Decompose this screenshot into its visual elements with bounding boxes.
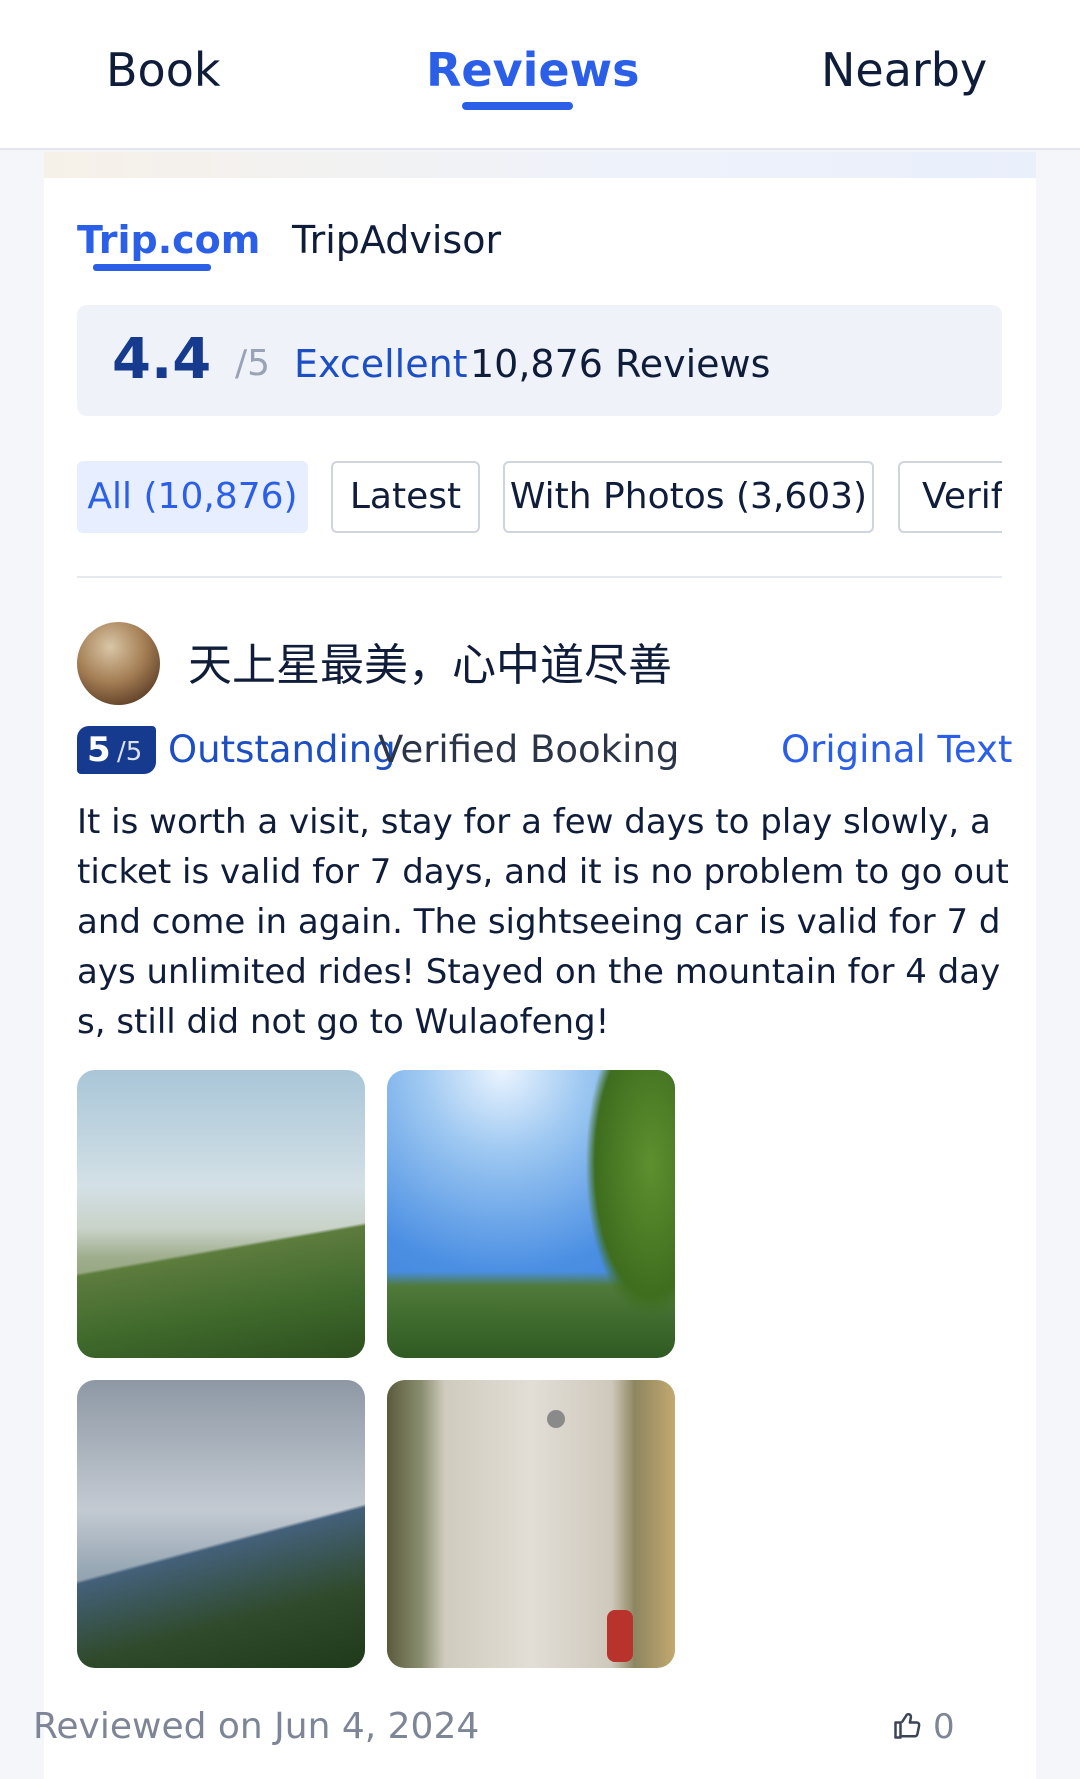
thumbs-up-icon — [894, 1713, 921, 1739]
filter-all[interactable]: All (10,876) — [77, 461, 308, 533]
review-rating-badge: 5 /5 — [77, 726, 156, 774]
active-tab-indicator — [462, 102, 573, 110]
tab-reviews[interactable]: Reviews — [426, 38, 639, 102]
reviewer-name: 天上星最美，心中道尽善 — [188, 640, 672, 691]
overall-score-max: /5 — [235, 343, 271, 384]
reviews-card: Trip.com TripAdvisor 4.4 /5 Excellent 10… — [44, 152, 1036, 1779]
overall-score: 4.4 — [112, 327, 212, 392]
review-photo-3[interactable] — [77, 1380, 365, 1668]
review-photo-2[interactable] — [387, 1070, 675, 1358]
card-top-gradient — [44, 152, 1036, 178]
tab-book[interactable]: Book — [106, 38, 220, 102]
review-rating-label: Outstanding — [168, 728, 396, 771]
review-photo-1[interactable] — [77, 1070, 365, 1358]
filter-verified[interactable]: Verifi — [898, 461, 1002, 533]
source-tab-tripcom[interactable]: Trip.com — [77, 212, 260, 268]
source-tab-tripadvisor[interactable]: TripAdvisor — [292, 212, 501, 268]
review-filter-bar[interactable]: All (10,876) Latest With Photos (3,603) … — [77, 461, 1002, 533]
overall-rating-label: Excellent — [294, 342, 468, 386]
verified-booking-label: Verified Booking — [378, 728, 680, 771]
avatar[interactable] — [77, 622, 160, 705]
source-tab-indicator — [93, 264, 211, 271]
original-text-link[interactable]: Original Text — [781, 722, 1012, 778]
review-text: It is worth a visit, stay for a few days… — [77, 802, 1009, 1042]
filter-latest[interactable]: Latest — [331, 461, 480, 533]
divider — [77, 576, 1002, 578]
like-count: 0 — [933, 1707, 955, 1747]
filter-with-photos[interactable]: With Photos (3,603) — [503, 461, 874, 533]
review-photo-4[interactable] — [387, 1380, 675, 1668]
top-tab-bar: Book Reviews Nearby — [0, 0, 1080, 150]
review-rating-value: 5 — [87, 730, 111, 770]
rating-summary: 4.4 /5 Excellent 10,876 Reviews — [77, 305, 1002, 416]
review-date: Reviewed on Jun 4, 2024 — [33, 1706, 480, 1747]
review-count: 10,876 Reviews — [470, 342, 771, 386]
tab-nearby[interactable]: Nearby — [821, 38, 987, 102]
like-button[interactable]: 0 — [893, 1702, 963, 1752]
review-rating-max: /5 — [117, 737, 143, 767]
